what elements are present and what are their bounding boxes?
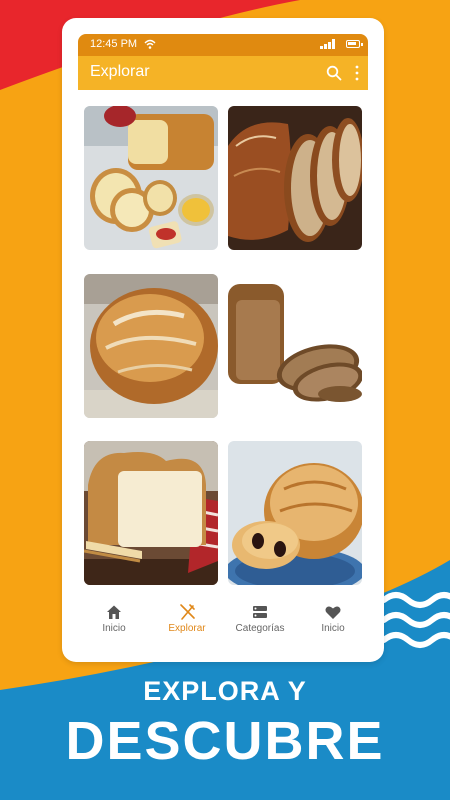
grid-item-whole-wheat-slices[interactable] (228, 274, 362, 418)
nav-label: Explorar (168, 623, 206, 634)
bread-image (228, 274, 362, 418)
battery-level (348, 42, 356, 45)
nav-label: Categorías (235, 623, 285, 634)
nav-item-favoritos[interactable]: Inicio (297, 603, 369, 647)
utensils-icon (180, 604, 195, 620)
nav-label: Inicio (102, 623, 126, 634)
bottom-navigation: Inicio Explorar Categorías Inicio (78, 601, 368, 649)
grid-item-sliced-white-bread[interactable] (84, 106, 218, 250)
categories-icon (253, 606, 267, 618)
home-icon (107, 605, 121, 619)
phone-frame: 12:45 PM Explorar Inicio Explorar Catego… (62, 18, 384, 662)
status-time: 12:45 PM (90, 38, 138, 50)
grid-item-turtle-shaped-bread[interactable] (228, 441, 362, 585)
bread-image (84, 106, 218, 250)
grid-item-sourdough-loaf[interactable] (228, 106, 362, 250)
bread-image (84, 274, 218, 418)
signal-icon (320, 39, 335, 49)
app-bar: Explorar (78, 56, 368, 90)
grid-item-round-rustic-loaf[interactable] (84, 274, 218, 418)
wifi-icon (144, 39, 156, 49)
search-icon[interactable] (326, 65, 342, 81)
nav-item-categorias[interactable]: Categorías (224, 603, 296, 647)
page-title: Explorar (90, 63, 150, 80)
bread-image (228, 106, 362, 250)
nav-label: Inicio (321, 623, 345, 634)
battery-icon (346, 40, 363, 48)
heart-icon (325, 606, 341, 619)
nav-item-explorar[interactable]: Explorar (151, 603, 223, 647)
grid-item-sandwich-bread-loaf[interactable] (84, 441, 218, 585)
nav-item-inicio[interactable]: Inicio (78, 603, 150, 647)
bread-image (84, 441, 218, 585)
promo-headline-line1: EXPLORA Y (143, 676, 307, 706)
promo-headline-line2: DESCUBRE (65, 711, 385, 771)
status-bar: 12:45 PM (78, 34, 368, 56)
bread-image (228, 441, 362, 585)
more-vert-icon[interactable] (354, 64, 360, 82)
